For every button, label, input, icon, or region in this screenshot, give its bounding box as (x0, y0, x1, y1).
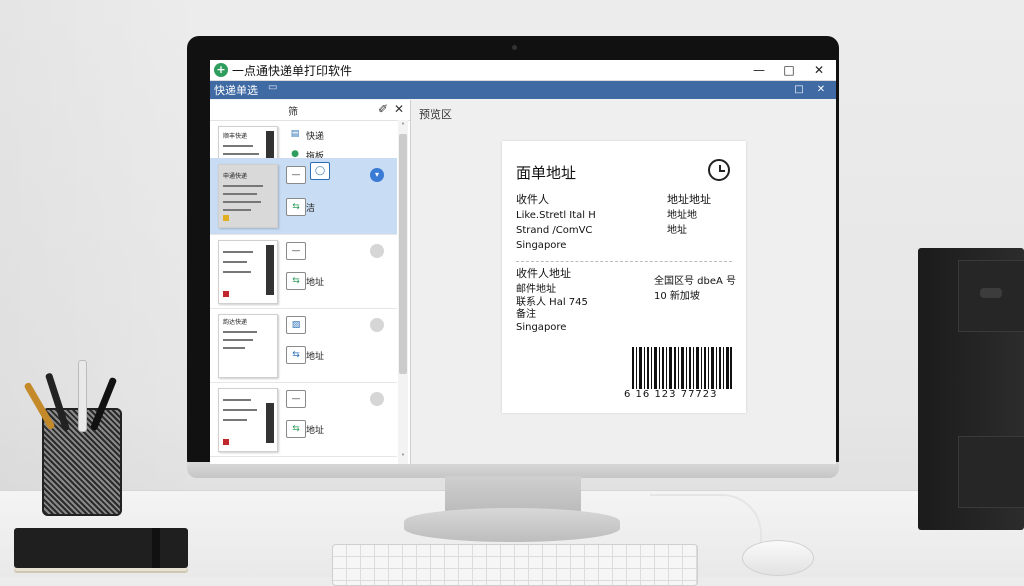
minimize-button[interactable]: — (744, 60, 774, 80)
title-bar: + 一点通快递单打印软件 — □ ✕ (210, 60, 836, 81)
panel-header: 筛 ✐ ✕ (210, 100, 410, 121)
pin-icon[interactable]: ✐ (378, 102, 388, 116)
status-dot[interactable] (370, 318, 384, 332)
app-window: + 一点通快递单打印软件 — □ ✕ 快递单选 ▭ □ ✕ 筛 ✐ ✕ 顺丰快递… (210, 60, 836, 464)
status-dot[interactable] (370, 244, 384, 258)
document-tab-bar: 快递单选 ▭ □ ✕ (210, 81, 836, 99)
panel-close-button[interactable]: ✕ (394, 102, 404, 116)
image-icon[interactable]: ▨ (286, 316, 306, 334)
swap-icon[interactable]: ⇆ (286, 272, 306, 290)
sender-right-line: 地址地 (667, 210, 697, 221)
pen (78, 360, 87, 432)
swap-icon[interactable]: ⇆ (286, 198, 306, 216)
sender-heading: 收件人 (516, 193, 549, 206)
mouse (742, 540, 814, 576)
row-item-label: 快递 (306, 132, 325, 142)
template-list-panel: 筛 ✐ ✕ 顺丰快递 ▤ 快递 ● 拖板 申通快递 — ◯ ▾ ⇆ 洁 — ⇆ … (210, 100, 411, 464)
scroll-thumb[interactable] (399, 134, 407, 374)
sender-right-line: 地址 (667, 225, 687, 236)
template-thumbnail: 申通快递 (218, 164, 278, 228)
template-row[interactable]: 韵达快递 ▨ ⇆ 地址 (210, 308, 397, 383)
barcode-number: 6 16 123 77723 (624, 389, 718, 400)
sender-line: Singapore (516, 240, 567, 251)
label-divider (516, 261, 732, 262)
sender-right-line: 地址地址 (667, 193, 711, 206)
panel-header-label: 筛 (288, 107, 298, 118)
template-row[interactable]: — ⇆ 地址 (210, 382, 397, 457)
sender-line: Strand /ComVC (516, 225, 593, 236)
computer-tower (918, 248, 1024, 530)
printer-icon[interactable]: ▤ (286, 126, 304, 142)
sender-line: Like.Stretl Ital H (516, 210, 596, 221)
receiver-line: 备注 (516, 309, 536, 320)
receiver-line: 邮件地址 (516, 284, 556, 295)
receiver-line: Singapore (516, 322, 567, 333)
restore-doc-button[interactable]: □ (788, 81, 810, 99)
row-item-label: 地址 (306, 426, 325, 436)
selected-indicator-icon[interactable]: ▾ (370, 168, 384, 182)
template-thumbnail: 韵达快递 (218, 314, 278, 378)
swap-icon[interactable]: ⇆ (286, 420, 306, 438)
mouse-cable (650, 494, 762, 544)
document-tab[interactable]: 快递单选 (214, 82, 258, 98)
drive-bay (958, 436, 1024, 508)
template-thumbnail (218, 388, 278, 452)
row-item-label: 地址 (306, 278, 325, 288)
template-thumbnail (218, 240, 278, 304)
monitor-stand-base (404, 508, 620, 542)
scroll-down-icon[interactable]: ˅ (398, 453, 408, 462)
app-title: 一点通快递单打印软件 (232, 64, 353, 78)
scroll-up-icon[interactable]: ˄ (398, 122, 408, 131)
preview-pane: 预览区 面单地址 收件人 Like.Stretl Ital H Strand /… (411, 100, 836, 464)
preview-label: 预览区 (419, 108, 452, 121)
checkbox[interactable]: — (286, 242, 306, 260)
clock-icon (708, 159, 730, 181)
swap-icon[interactable]: ⇆ (286, 346, 306, 364)
label-title: 面单地址 (516, 164, 577, 182)
app-logo-icon: + (214, 63, 228, 77)
receiver-right-line: 全国区号 dbeA 号 (654, 276, 737, 287)
template-row-selected[interactable]: 申通快递 — ◯ ▾ ⇆ 洁 (210, 158, 397, 235)
status-dot[interactable] (370, 392, 384, 406)
close-button[interactable]: ✕ (804, 60, 834, 80)
close-doc-button[interactable]: ✕ (810, 81, 832, 99)
receiver-right-line: 10 新加坡 (654, 291, 700, 302)
row-item-label: 洁 (306, 204, 316, 214)
template-row[interactable]: — ⇆ 地址 (210, 234, 397, 309)
row-item-label: 地址 (306, 352, 325, 362)
checkbox[interactable]: — (286, 166, 306, 184)
checkbox[interactable]: — (286, 390, 306, 408)
keyboard (332, 544, 698, 586)
notebook (14, 528, 188, 568)
panel-scrollbar[interactable]: ˄ ˅ (398, 120, 408, 464)
webcam (512, 45, 517, 50)
window-icon[interactable]: ▭ (268, 82, 277, 93)
notebook-strap (152, 528, 160, 568)
edit-icon[interactable]: ◯ (310, 162, 330, 180)
shipping-label-preview: 面单地址 收件人 Like.Stretl Ital H Strand /ComV… (502, 141, 746, 413)
maximize-button[interactable]: □ (774, 60, 804, 80)
receiver-heading: 收件人地址 (516, 267, 571, 280)
tower-button (980, 288, 1002, 298)
barcode (632, 347, 732, 389)
